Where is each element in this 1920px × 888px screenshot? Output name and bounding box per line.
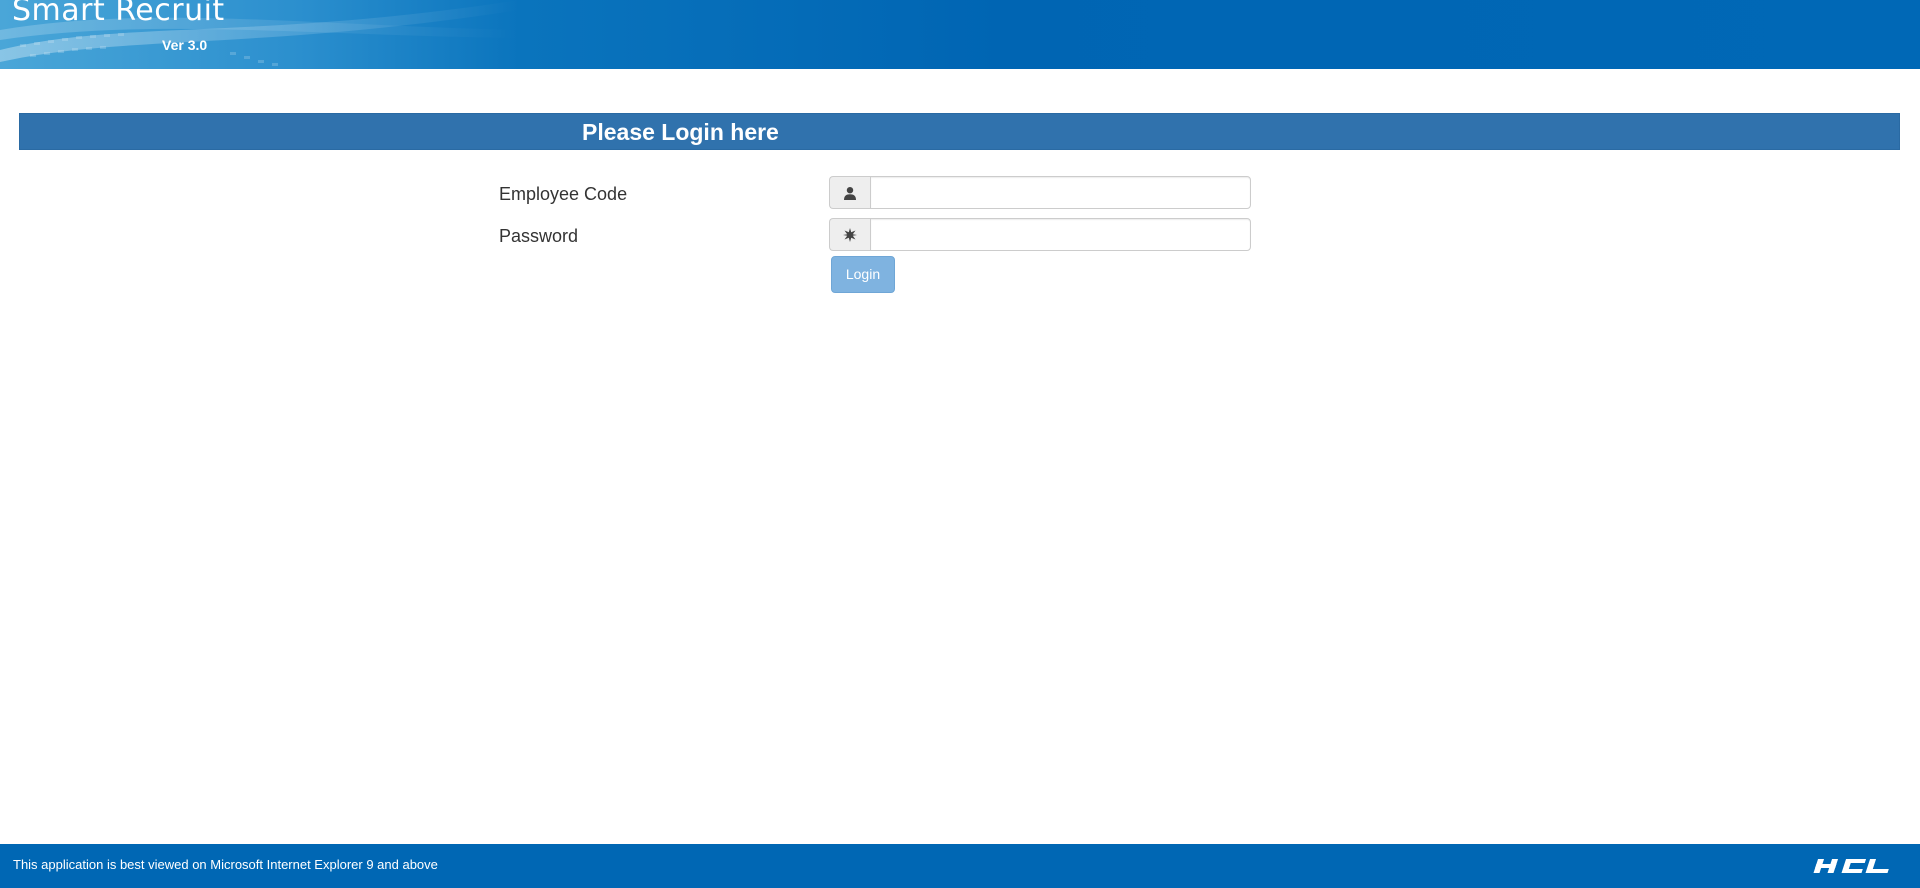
app-version: Ver 3.0 bbox=[162, 37, 208, 53]
app-footer: This application is best viewed on Micro… bbox=[0, 844, 1920, 888]
hcl-logo bbox=[1813, 859, 1889, 873]
app-title: Smart Recruit bbox=[12, 0, 225, 28]
user-icon bbox=[829, 176, 870, 209]
app-header: Smart Recruit Ver 3.0 bbox=[0, 0, 1920, 69]
browser-compatibility-note: This application is best viewed on Micro… bbox=[13, 857, 438, 872]
password-label: Password bbox=[499, 226, 579, 246]
password-group bbox=[829, 218, 1251, 251]
asterisk-icon bbox=[829, 218, 870, 251]
login-button[interactable]: Login bbox=[831, 256, 895, 293]
password-input[interactable] bbox=[870, 218, 1251, 251]
login-panel-header: Please Login here bbox=[19, 113, 1900, 150]
employee-code-input[interactable] bbox=[870, 176, 1251, 209]
login-panel-title: Please Login here bbox=[582, 119, 779, 145]
employee-code-label: Employee Code bbox=[499, 184, 628, 204]
employee-code-group bbox=[829, 176, 1251, 209]
